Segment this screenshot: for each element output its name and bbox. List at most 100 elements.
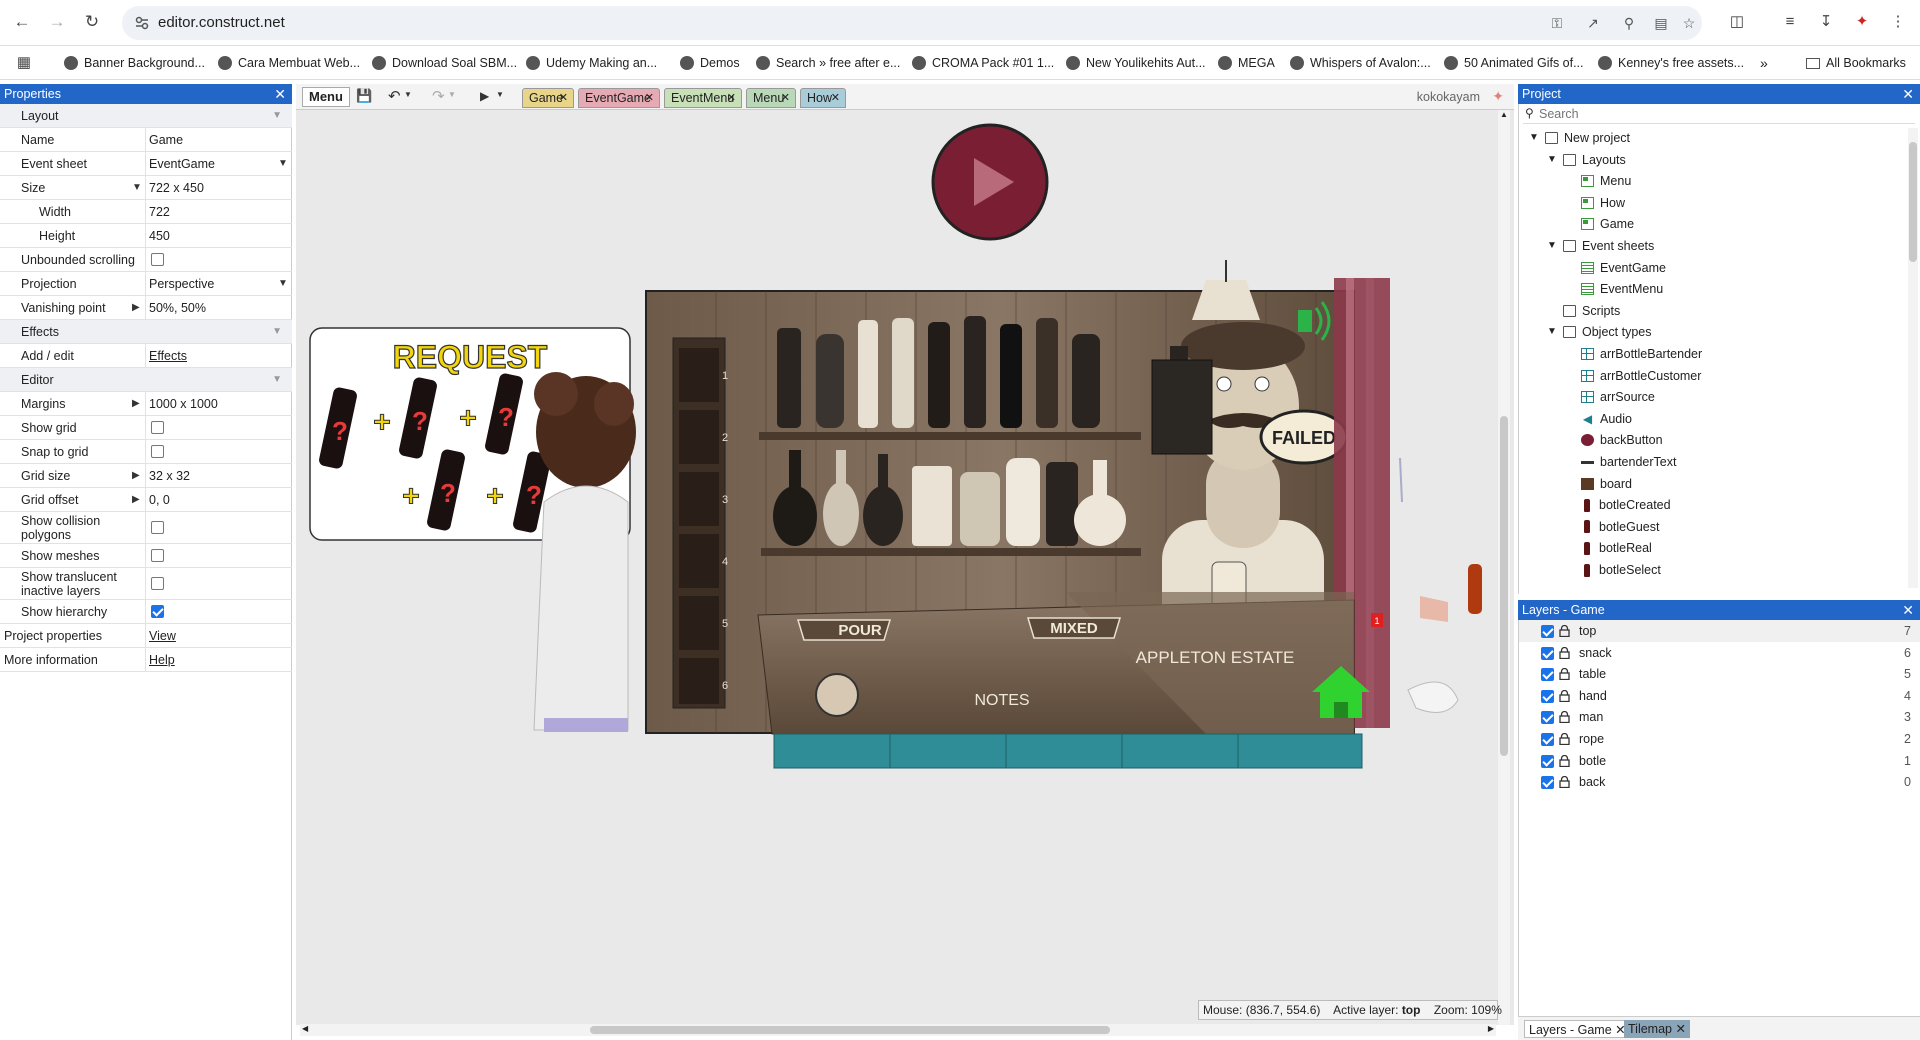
property-value[interactable]: Perspective xyxy=(149,277,214,291)
collapse-icon[interactable]: ▼ xyxy=(272,374,282,385)
lock-icon[interactable] xyxy=(1559,646,1570,659)
bookmark-star-icon[interactable]: ☆ xyxy=(1680,14,1698,32)
bookmark-item[interactable]: Download Soal SBM... xyxy=(372,54,517,72)
lock-icon[interactable] xyxy=(1559,776,1570,789)
tab-layers-game[interactable]: Layers - Game ✕ xyxy=(1524,1020,1631,1038)
expand-icon[interactable]: ▶ xyxy=(132,494,140,505)
more-bookmarks-chevron-icon[interactable]: » xyxy=(1760,54,1768,72)
collapse-icon[interactable]: ▼ xyxy=(272,110,282,121)
close-icon[interactable]: ✕ xyxy=(274,84,286,104)
layer-row[interactable]: table 5 xyxy=(1519,663,1920,685)
vertical-scroll-thumb[interactable] xyxy=(1500,416,1508,756)
project-tree-item[interactable]: arrBottleBartender xyxy=(1565,344,1702,364)
extensions-icon[interactable]: ◫ xyxy=(1727,12,1747,32)
reload-icon[interactable]: ↻ xyxy=(82,12,102,32)
expand-icon[interactable]: ▶ xyxy=(132,470,140,481)
property-section[interactable]: Layout ▼ xyxy=(0,104,292,128)
user-avatar-icon[interactable]: ✦ xyxy=(1492,88,1504,105)
password-key-icon[interactable]: ⚿ xyxy=(1548,14,1566,32)
project-tree-item[interactable]: Game xyxy=(1565,214,1634,234)
layer-visible-checkbox[interactable] xyxy=(1541,625,1554,638)
project-tree-item[interactable]: Menu xyxy=(1565,171,1631,191)
close-icon[interactable]: ✕ xyxy=(1675,1022,1685,1036)
project-tree-item[interactable]: board xyxy=(1565,474,1632,494)
project-tree-item[interactable]: ▼ Event sheets xyxy=(1547,236,1654,256)
site-settings-icon[interactable] xyxy=(134,15,150,31)
address-bar[interactable]: editor.construct.net ⚿ ↗ ⚲ ▤ ☆ xyxy=(122,6,1702,40)
menu-button[interactable]: Menu xyxy=(302,87,350,107)
layer-row[interactable]: botle 1 xyxy=(1519,750,1920,772)
property-value[interactable]: 450 xyxy=(149,229,170,243)
knob[interactable] xyxy=(815,673,859,717)
project-tree-item[interactable]: botleCreated xyxy=(1565,495,1671,515)
close-icon[interactable]: ✕ xyxy=(781,89,790,107)
property-value[interactable]: 722 x 450 xyxy=(149,181,204,195)
project-tree-item[interactable]: arrSource xyxy=(1565,387,1655,407)
property-checkbox[interactable] xyxy=(151,253,164,266)
lock-icon[interactable] xyxy=(1559,689,1570,702)
layout-canvas[interactable]: FAILED 1 ? ? ? ? ? + + + + REQUEST POUR … xyxy=(296,110,1514,1025)
project-search[interactable]: ⚲ xyxy=(1523,106,1915,124)
close-icon[interactable]: ✕ xyxy=(559,89,568,107)
bookmark-item[interactable]: Cara Membuat Web... xyxy=(218,54,360,72)
expand-icon[interactable]: ▶ xyxy=(132,302,140,313)
close-icon[interactable]: ✕ xyxy=(727,89,736,107)
redo-icon[interactable]: ↷ xyxy=(432,87,445,105)
lock-icon[interactable] xyxy=(1559,625,1570,637)
project-tree-item[interactable]: bartenderText xyxy=(1565,452,1676,472)
bookmark-item[interactable]: Banner Background... xyxy=(64,54,205,72)
dropdown-chevron-icon[interactable]: ▼ xyxy=(278,158,288,169)
bookmark-item[interactable]: Search » free after e... xyxy=(756,54,900,72)
play-preview-icon[interactable]: ▶ xyxy=(480,89,489,103)
project-tree-item[interactable]: botleReal xyxy=(1565,538,1652,558)
close-icon[interactable]: ✕ xyxy=(1902,84,1914,104)
install-icon[interactable]: ▤ xyxy=(1652,14,1670,32)
project-tree-item[interactable]: arrBottleCustomer xyxy=(1565,366,1701,386)
property-value[interactable]: 50%, 50% xyxy=(149,301,206,315)
editor-tab[interactable]: How ✕ xyxy=(800,88,846,108)
project-scroll-thumb[interactable] xyxy=(1909,142,1917,262)
close-icon[interactable]: ✕ xyxy=(1902,600,1914,620)
tab-search-icon[interactable]: ≡ xyxy=(1780,12,1800,32)
layer-row[interactable]: snack 6 xyxy=(1519,642,1920,664)
scroll-right-icon[interactable]: ▶ xyxy=(1488,1024,1494,1033)
back-button-sprite[interactable] xyxy=(931,123,1049,241)
property-link[interactable]: Effects xyxy=(149,349,187,363)
project-tree-item[interactable]: EventMenu xyxy=(1565,279,1663,299)
lock-icon[interactable] xyxy=(1559,668,1570,681)
property-checkbox[interactable] xyxy=(151,445,164,458)
layer-visible-checkbox[interactable] xyxy=(1541,754,1554,768)
extension-app-icon[interactable]: ✦ xyxy=(1852,12,1872,32)
scroll-up-icon[interactable]: ▲ xyxy=(1500,110,1508,119)
project-tree-item[interactable]: botleSelect xyxy=(1565,560,1661,580)
property-checkbox[interactable] xyxy=(151,421,164,434)
layer-visible-checkbox[interactable] xyxy=(1541,689,1554,703)
project-tree-item[interactable]: Scripts xyxy=(1547,301,1620,321)
layer-visible-checkbox[interactable] xyxy=(1541,711,1554,725)
bookmark-item[interactable]: Demos xyxy=(680,54,740,72)
project-scrollbar[interactable] xyxy=(1908,128,1918,588)
property-value[interactable]: 0, 0 xyxy=(149,493,170,507)
tree-expand-icon[interactable]: ▼ xyxy=(1547,236,1557,256)
bookmark-item[interactable]: Udemy Making an... xyxy=(526,54,657,72)
layer-visible-checkbox[interactable] xyxy=(1541,646,1554,660)
undo-icon[interactable]: ↶ xyxy=(388,87,401,105)
editor-tab[interactable]: Menu ✕ xyxy=(746,88,796,108)
close-icon[interactable]: ✕ xyxy=(645,89,654,107)
project-tree-item[interactable]: ▼ Layouts xyxy=(1547,150,1626,170)
project-tree-item[interactable]: ▼ New project xyxy=(1529,128,1630,148)
zoom-icon[interactable]: ⚲ xyxy=(1620,14,1638,32)
forward-arrow-icon[interactable]: → xyxy=(47,12,67,32)
tree-expand-icon[interactable]: ▼ xyxy=(1529,128,1539,148)
property-section[interactable]: Editor ▼ xyxy=(0,368,292,392)
project-tree-item[interactable]: ▼ Object types xyxy=(1547,322,1651,342)
property-section[interactable]: Effects ▼ xyxy=(0,320,292,344)
download-icon[interactable]: ↧ xyxy=(1816,12,1836,32)
redo-dropdown-icon[interactable]: ▼ xyxy=(448,90,456,99)
lock-icon[interactable] xyxy=(1559,754,1570,767)
canvas-horizontal-scrollbar[interactable]: ◀ ▶ xyxy=(300,1024,1496,1036)
expand-icon[interactable]: ▼ xyxy=(132,182,142,193)
scroll-left-icon[interactable]: ◀ xyxy=(302,1024,308,1033)
property-value[interactable]: Game xyxy=(149,133,183,147)
horizontal-scroll-thumb[interactable] xyxy=(590,1026,1110,1034)
